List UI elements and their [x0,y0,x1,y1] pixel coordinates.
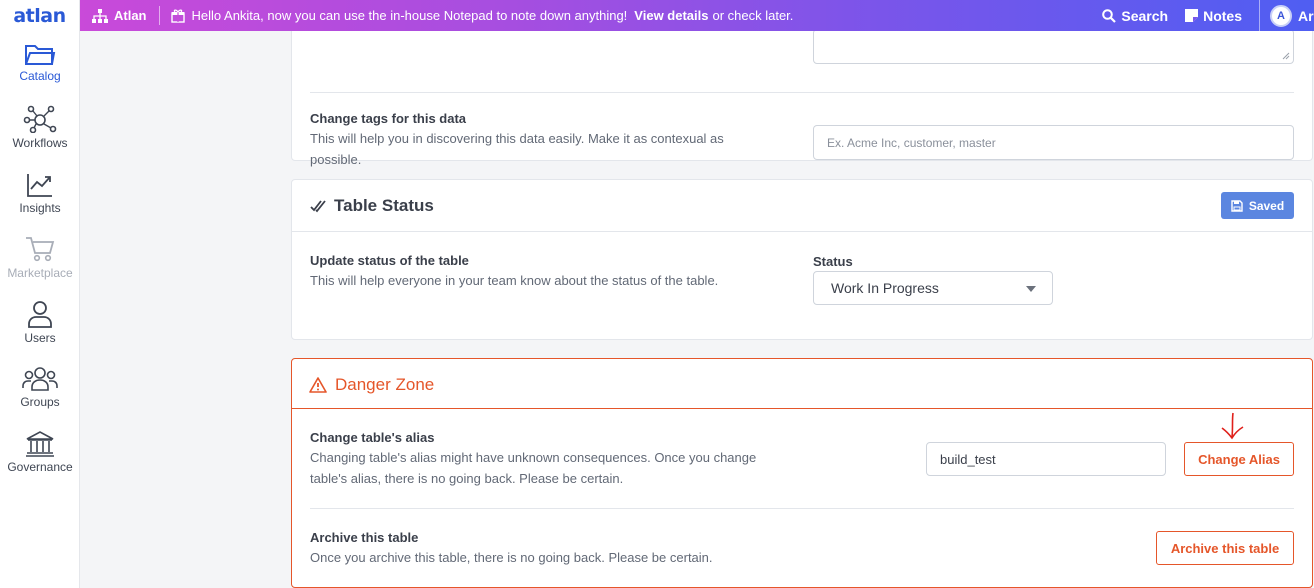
alias-description: Changing table's alias might have unknow… [310,450,757,486]
alias-value: build_test [940,451,996,467]
divider [310,92,1294,93]
top-divider [1259,0,1260,31]
sidebar-item-users[interactable]: Users [0,300,80,345]
user-icon [28,301,52,328]
table-status-header: Table Status [310,196,434,216]
resize-handle-icon [1282,52,1290,60]
status-select[interactable]: Work In Progress [813,271,1053,305]
sidebar-label-governance: Governance [7,460,73,474]
notes-label: Notes [1203,7,1242,24]
tags-info: Change tags for this data This will help… [310,111,770,170]
archive-table-button[interactable]: Archive this table [1156,531,1294,565]
cart-icon [26,237,55,262]
avatar-name: Ar [1298,7,1314,24]
sidebar-item-groups[interactable]: Groups [0,366,80,409]
banner-text: Hello Ankita, now you can use the in-hou… [191,8,628,23]
user-menu[interactable]: A Ar [1270,4,1314,27]
danger-zone-title: Danger Zone [335,375,435,394]
saved-label: Saved [1248,198,1285,213]
search-label: Search [1121,7,1169,24]
sidebar-label-workflows: Workflows [12,136,68,150]
brand-switcher[interactable]: Atlan [80,6,160,25]
table-status-title: Table Status [334,196,434,215]
table-status-card: Table Status Saved Update status of the … [291,179,1313,340]
brand-name: Atlan [114,8,147,23]
divider [292,231,1312,232]
sidebar-label-catalog: Catalog [19,69,61,83]
sidebar-item-insights[interactable]: Insights [0,172,80,215]
status-row-description: This will help everyone in your team kno… [310,273,719,288]
alias-info: Change table's alias Changing table's al… [310,430,790,489]
divider [310,508,1294,509]
sidebar-item-catalog[interactable]: Catalog [0,42,80,83]
tags-title: Change tags for this data [310,111,467,126]
logo-area[interactable]: atlan [0,0,80,31]
save-icon [1231,199,1243,212]
hierarchy-icon [92,8,108,23]
saved-button[interactable]: Saved [1221,192,1294,219]
alias-title: Change table's alias [310,430,435,445]
top-bar: atlan Atlan Hello Ankita, now you can us… [0,0,1314,31]
archive-info: Archive this table Once you archive this… [310,530,810,568]
tags-description: This will help you in discovering this d… [310,131,724,167]
danger-zone-card: Danger Zone Change table's alias Changin… [291,358,1313,588]
danger-zone-header: Danger Zone [309,375,434,395]
sidebar-label-insights: Insights [19,201,61,215]
status-row-title: Update status of the table [310,253,469,268]
notes-icon [1185,9,1199,22]
search-icon [1102,8,1117,23]
sidebar-item-workflows[interactable]: Workflows [0,105,80,150]
atlan-logo[interactable]: atlan [13,5,66,27]
governance-icon [26,431,54,457]
notes-button[interactable]: Notes [1185,8,1242,24]
change-alias-button[interactable]: Change Alias [1184,442,1294,476]
top-right-actions: Search Notes A Ar [1102,0,1314,31]
workflow-icon [23,105,57,133]
warning-icon [309,377,327,393]
banner-message: Hello Ankita, now you can use the in-hou… [160,8,794,23]
main-content: Change tags for this data This will help… [80,31,1314,588]
group-icon [22,367,58,391]
view-details-link[interactable]: View details [634,8,708,23]
details-card: Change tags for this data This will help… [291,31,1313,167]
archive-title: Archive this table [310,530,419,545]
search-button[interactable]: Search [1102,8,1168,24]
gift-icon [170,9,185,23]
status-info: Update status of the table This will hel… [310,253,780,291]
sidebar-label-users: Users [24,331,56,345]
status-value: Work In Progress [831,280,939,296]
sidebar-label-groups: Groups [20,395,60,409]
folder-icon [25,45,56,65]
chart-icon [27,174,52,197]
divider [292,408,1312,409]
sidebar: Catalog Workflows Insights Marketplace U… [0,31,80,588]
sidebar-item-marketplace[interactable]: Marketplace [0,236,80,280]
avatar: A [1270,4,1292,27]
archive-description: Once you archive this table, there is no… [310,550,713,565]
sidebar-item-governance[interactable]: Governance [0,431,80,474]
announcement-banner: Atlan Hello Ankita, now you can use the … [80,0,1314,31]
sidebar-label-marketplace: Marketplace [7,266,73,280]
status-label: Status [813,254,853,269]
caret-down-icon [1026,286,1036,292]
tags-input[interactable]: Ex. Acme Inc, customer, master [813,125,1294,160]
alias-input[interactable]: build_test [926,442,1166,476]
arrow-annotation-icon [1221,412,1244,440]
description-textarea[interactable] [813,31,1294,64]
banner-suffix: or check later. [712,8,794,23]
double-check-icon [310,200,326,213]
